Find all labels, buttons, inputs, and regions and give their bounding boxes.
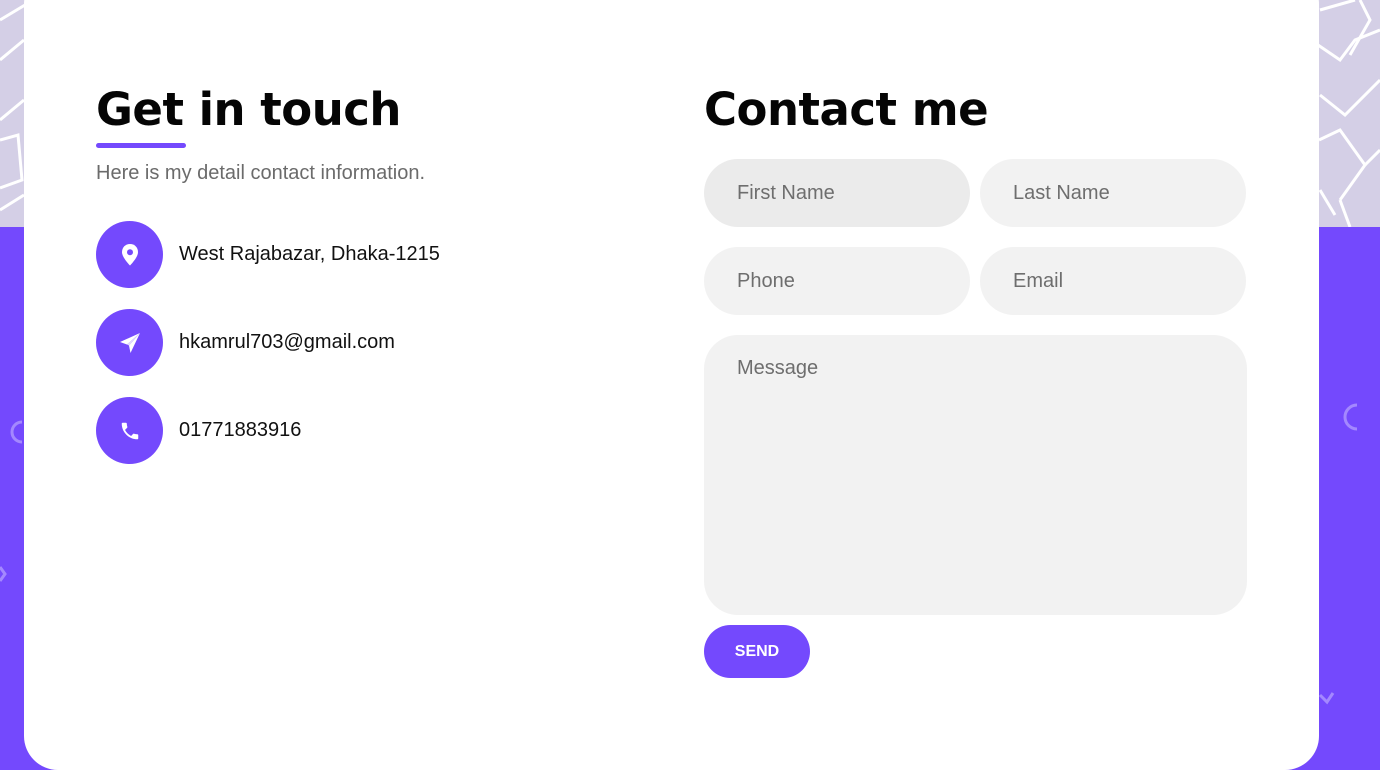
contact-subtitle: Here is my detail contact information. bbox=[96, 162, 426, 184]
phone-text: 01771883916 bbox=[179, 419, 302, 441]
title-underline bbox=[96, 143, 186, 148]
email-text: hkamrul703@gmail.com bbox=[179, 331, 395, 353]
address-text: West Rajabazar, Dhaka-1215 bbox=[179, 243, 440, 265]
contact-info-list: West Rajabazar, Dhaka-1215 hkamrul703@gm… bbox=[96, 221, 616, 464]
phone-input[interactable] bbox=[704, 247, 970, 315]
contact-form: SEND bbox=[704, 159, 1247, 678]
contact-item-address: West Rajabazar, Dhaka-1215 bbox=[96, 221, 616, 288]
name-row bbox=[704, 159, 1247, 227]
paper-plane-icon bbox=[96, 309, 163, 376]
contact-me-title: Contact me bbox=[704, 83, 989, 136]
contact-form-section: Contact me SEND bbox=[704, 84, 1247, 678]
contact-item-phone: 01771883916 bbox=[96, 397, 616, 464]
contact-item-email: hkamrul703@gmail.com bbox=[96, 309, 616, 376]
phone-icon bbox=[96, 397, 163, 464]
contact-row bbox=[704, 247, 1247, 315]
message-textarea[interactable] bbox=[704, 335, 1247, 615]
location-pin-icon bbox=[96, 221, 163, 288]
send-button[interactable]: SEND bbox=[704, 625, 810, 678]
last-name-input[interactable] bbox=[980, 159, 1246, 227]
get-in-touch-section: Get in touch Here is my detail contact i… bbox=[96, 84, 616, 485]
email-input[interactable] bbox=[980, 247, 1246, 315]
first-name-input[interactable] bbox=[704, 159, 970, 227]
get-in-touch-title: Get in touch bbox=[96, 83, 401, 136]
